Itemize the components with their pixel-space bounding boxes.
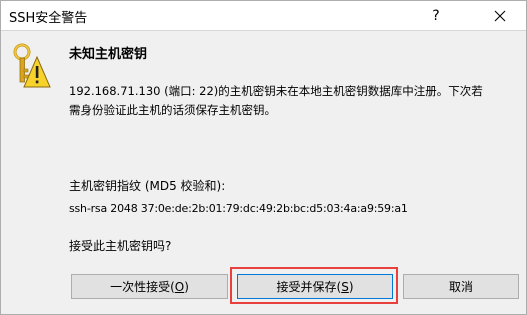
question-text: 接受此主机密钥吗? bbox=[69, 239, 172, 253]
close-icon bbox=[494, 10, 506, 22]
accept-once-suffix: ) bbox=[184, 279, 189, 294]
help-button[interactable]: ? bbox=[413, 1, 459, 31]
ssh-security-dialog: SSH安全警告 ? 未知主机密钥 192.168.71.130 (端口: 22)… bbox=[0, 0, 527, 315]
accept-save-button[interactable]: 接受并保存(S) bbox=[237, 274, 393, 299]
heading: 未知主机密钥 bbox=[69, 47, 148, 62]
cancel-label: 取消 bbox=[448, 280, 473, 294]
message-text: 192.168.71.130 (端口: 22)的主机密钥未在本地主机密钥数据库中… bbox=[69, 84, 483, 117]
accept-save-label: 接受并保存( bbox=[276, 280, 342, 294]
window-title: SSH安全警告 bbox=[9, 11, 88, 26]
cancel-button[interactable]: 取消 bbox=[403, 274, 519, 299]
fingerprint-label: 主机密钥指纹 (MD5 校验和): bbox=[69, 179, 226, 193]
fingerprint-value: ssh-rsa 2048 37:0e:de:2b:01:79:dc:49:2b:… bbox=[69, 202, 408, 215]
accept-once-button[interactable]: 一次性接受(O) bbox=[71, 274, 228, 299]
accept-save-key: S bbox=[341, 279, 349, 294]
help-icon: ? bbox=[432, 8, 440, 24]
accept-save-suffix: ) bbox=[348, 279, 354, 294]
close-button[interactable] bbox=[474, 1, 526, 31]
key-warning-icon bbox=[13, 43, 51, 88]
accept-once-label: 一次性接受( bbox=[110, 280, 175, 294]
accept-once-key: O bbox=[174, 279, 185, 294]
title-bar: SSH安全警告 ? bbox=[1, 1, 526, 31]
